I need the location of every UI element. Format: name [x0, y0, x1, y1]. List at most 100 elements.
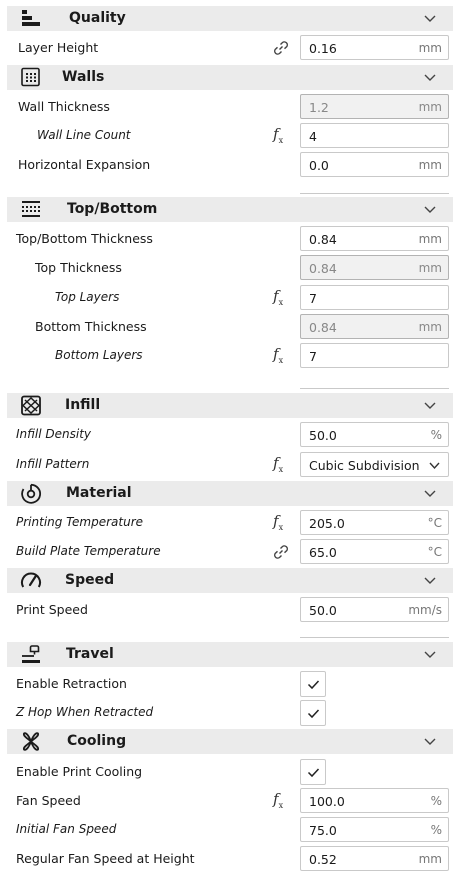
field-unit: mm: [418, 852, 442, 866]
top-bottom-icon: [22, 201, 40, 217]
setting-wall-thickness: Wall Thickness 1.2 mm: [0, 93, 453, 120]
field-value: 205.0: [309, 516, 345, 531]
fx-icon[interactable]: fx: [273, 790, 283, 810]
field-value: 65.0: [309, 545, 337, 560]
top-layers-field[interactable]: 7: [300, 285, 449, 310]
category-infill[interactable]: Infill: [7, 393, 453, 418]
field-value: 0.52: [309, 852, 337, 867]
top-bottom-thickness-field[interactable]: 0.84 mm: [300, 226, 449, 251]
category-top-bottom[interactable]: Top/Bottom: [7, 197, 453, 222]
chevron-down-icon[interactable]: [424, 204, 436, 214]
chevron-down-icon[interactable]: [424, 72, 436, 82]
regular-fan-speed-height-field[interactable]: 0.52 mm: [300, 846, 449, 871]
category-quality[interactable]: Quality: [7, 6, 453, 31]
build-plate-temperature-field[interactable]: 65.0 °C: [300, 539, 449, 564]
wall-thickness-field[interactable]: 1.2 mm: [300, 94, 449, 119]
fan-speed-field[interactable]: 100.0 %: [300, 788, 449, 813]
setting-z-hop: Z Hop When Retracted: [0, 699, 453, 726]
enable-retraction-checkbox[interactable]: [300, 671, 326, 697]
travel-icon: [22, 645, 40, 663]
setting-fan-speed: Fan Speed fx 100.0 %: [0, 787, 453, 814]
fx-icon[interactable]: fx: [273, 454, 283, 474]
setting-layer-height: Layer Height 0.16 mm: [0, 34, 453, 61]
category-title: Top/Bottom: [67, 201, 158, 217]
wall-line-count-field[interactable]: 4: [300, 123, 449, 148]
fx-icon[interactable]: fx: [273, 287, 283, 307]
field-unit: mm/s: [408, 603, 442, 617]
setting-build-plate-temperature: Build Plate Temperature 65.0 °C: [0, 538, 453, 565]
setting-label: Top Thickness: [35, 260, 122, 275]
category-title: Speed: [65, 572, 115, 588]
setting-label: Horizontal Expansion: [18, 157, 151, 172]
setting-label: Top Layers: [55, 290, 120, 304]
walls-icon: [21, 67, 40, 87]
bottom-thickness-field[interactable]: 0.84 mm: [300, 314, 449, 339]
setting-initial-fan-speed: Initial Fan Speed 75.0 %: [0, 816, 453, 843]
horizontal-expansion-field[interactable]: 0.0 mm: [300, 152, 449, 177]
setting-label: Wall Thickness: [18, 99, 110, 114]
checkmark-icon: [307, 709, 320, 719]
setting-top-layers: Top Layers fx 7: [0, 284, 453, 311]
bottom-layers-field[interactable]: 7: [300, 343, 449, 368]
setting-top-bottom-thickness: Top/Bottom Thickness 0.84 mm: [0, 225, 453, 252]
infill-density-field[interactable]: 50.0 %: [300, 422, 449, 447]
setting-label: Initial Fan Speed: [16, 822, 117, 836]
field-unit: mm: [418, 158, 442, 172]
field-value: 4: [309, 129, 317, 144]
setting-horizontal-expansion: Horizontal Expansion 0.0 mm: [0, 151, 453, 178]
field-unit: mm: [418, 41, 442, 55]
setting-label: Layer Height: [18, 40, 99, 55]
category-material[interactable]: Material: [7, 481, 453, 506]
initial-fan-speed-field[interactable]: 75.0 %: [300, 817, 449, 842]
setting-label: Bottom Layers: [55, 348, 143, 362]
speed-icon: [21, 572, 41, 588]
link-icon[interactable]: [272, 543, 290, 561]
setting-label: Printing Temperature: [16, 515, 144, 529]
top-thickness-field[interactable]: 0.84 mm: [300, 255, 449, 280]
field-unit: %: [430, 823, 442, 837]
fan-icon: [22, 732, 40, 751]
setting-label: Regular Fan Speed at Height: [16, 851, 195, 866]
field-unit: °C: [427, 545, 442, 559]
category-title: Quality: [69, 10, 126, 26]
setting-print-speed: Print Speed 50.0 mm/s: [0, 596, 453, 623]
chevron-down-icon: [429, 462, 440, 470]
chevron-down-icon[interactable]: [424, 575, 436, 585]
setting-label: Enable Print Cooling: [16, 764, 143, 779]
chevron-down-icon[interactable]: [424, 488, 436, 498]
printing-temperature-field[interactable]: 205.0 °C: [300, 510, 449, 535]
infill-pattern-select[interactable]: Cubic Subdivision: [300, 452, 449, 477]
setting-printing-temperature: Printing Temperature fx 205.0 °C: [0, 509, 453, 536]
fx-icon[interactable]: fx: [273, 512, 283, 532]
fx-icon[interactable]: fx: [273, 125, 283, 145]
fx-icon[interactable]: fx: [273, 345, 283, 365]
z-hop-checkbox[interactable]: [300, 700, 326, 726]
setting-infill-pattern: Infill Pattern fx Cubic Subdivision: [0, 451, 453, 478]
field-value: 0.84: [309, 232, 337, 247]
field-value: 0.84: [309, 261, 337, 276]
setting-top-thickness: Top Thickness 0.84 mm: [0, 254, 453, 281]
category-speed[interactable]: Speed: [7, 568, 453, 593]
chevron-down-icon[interactable]: [424, 13, 436, 23]
category-cooling[interactable]: Cooling: [7, 729, 453, 754]
print-speed-field[interactable]: 50.0 mm/s: [300, 597, 449, 622]
field-value: 7: [309, 291, 317, 306]
infill-icon: [21, 395, 41, 416]
chevron-down-icon[interactable]: [424, 400, 436, 410]
enable-print-cooling-checkbox[interactable]: [300, 759, 326, 785]
field-unit: %: [430, 794, 442, 808]
setting-bottom-layers: Bottom Layers fx 7: [0, 342, 453, 369]
chevron-down-icon[interactable]: [424, 736, 436, 746]
chevron-down-icon[interactable]: [424, 649, 436, 659]
divider: [300, 637, 449, 638]
field-unit: mm: [418, 261, 442, 275]
category-travel[interactable]: Travel: [7, 642, 453, 667]
layer-height-field[interactable]: 0.16 mm: [300, 35, 449, 60]
setting-label: Wall Line Count: [37, 128, 131, 142]
field-value: 0.0: [309, 158, 329, 173]
link-icon[interactable]: [272, 39, 290, 57]
field-unit: %: [430, 428, 442, 442]
setting-label: Fan Speed: [16, 793, 81, 808]
setting-label: Z Hop When Retracted: [16, 705, 154, 719]
category-walls[interactable]: Walls: [7, 65, 453, 90]
